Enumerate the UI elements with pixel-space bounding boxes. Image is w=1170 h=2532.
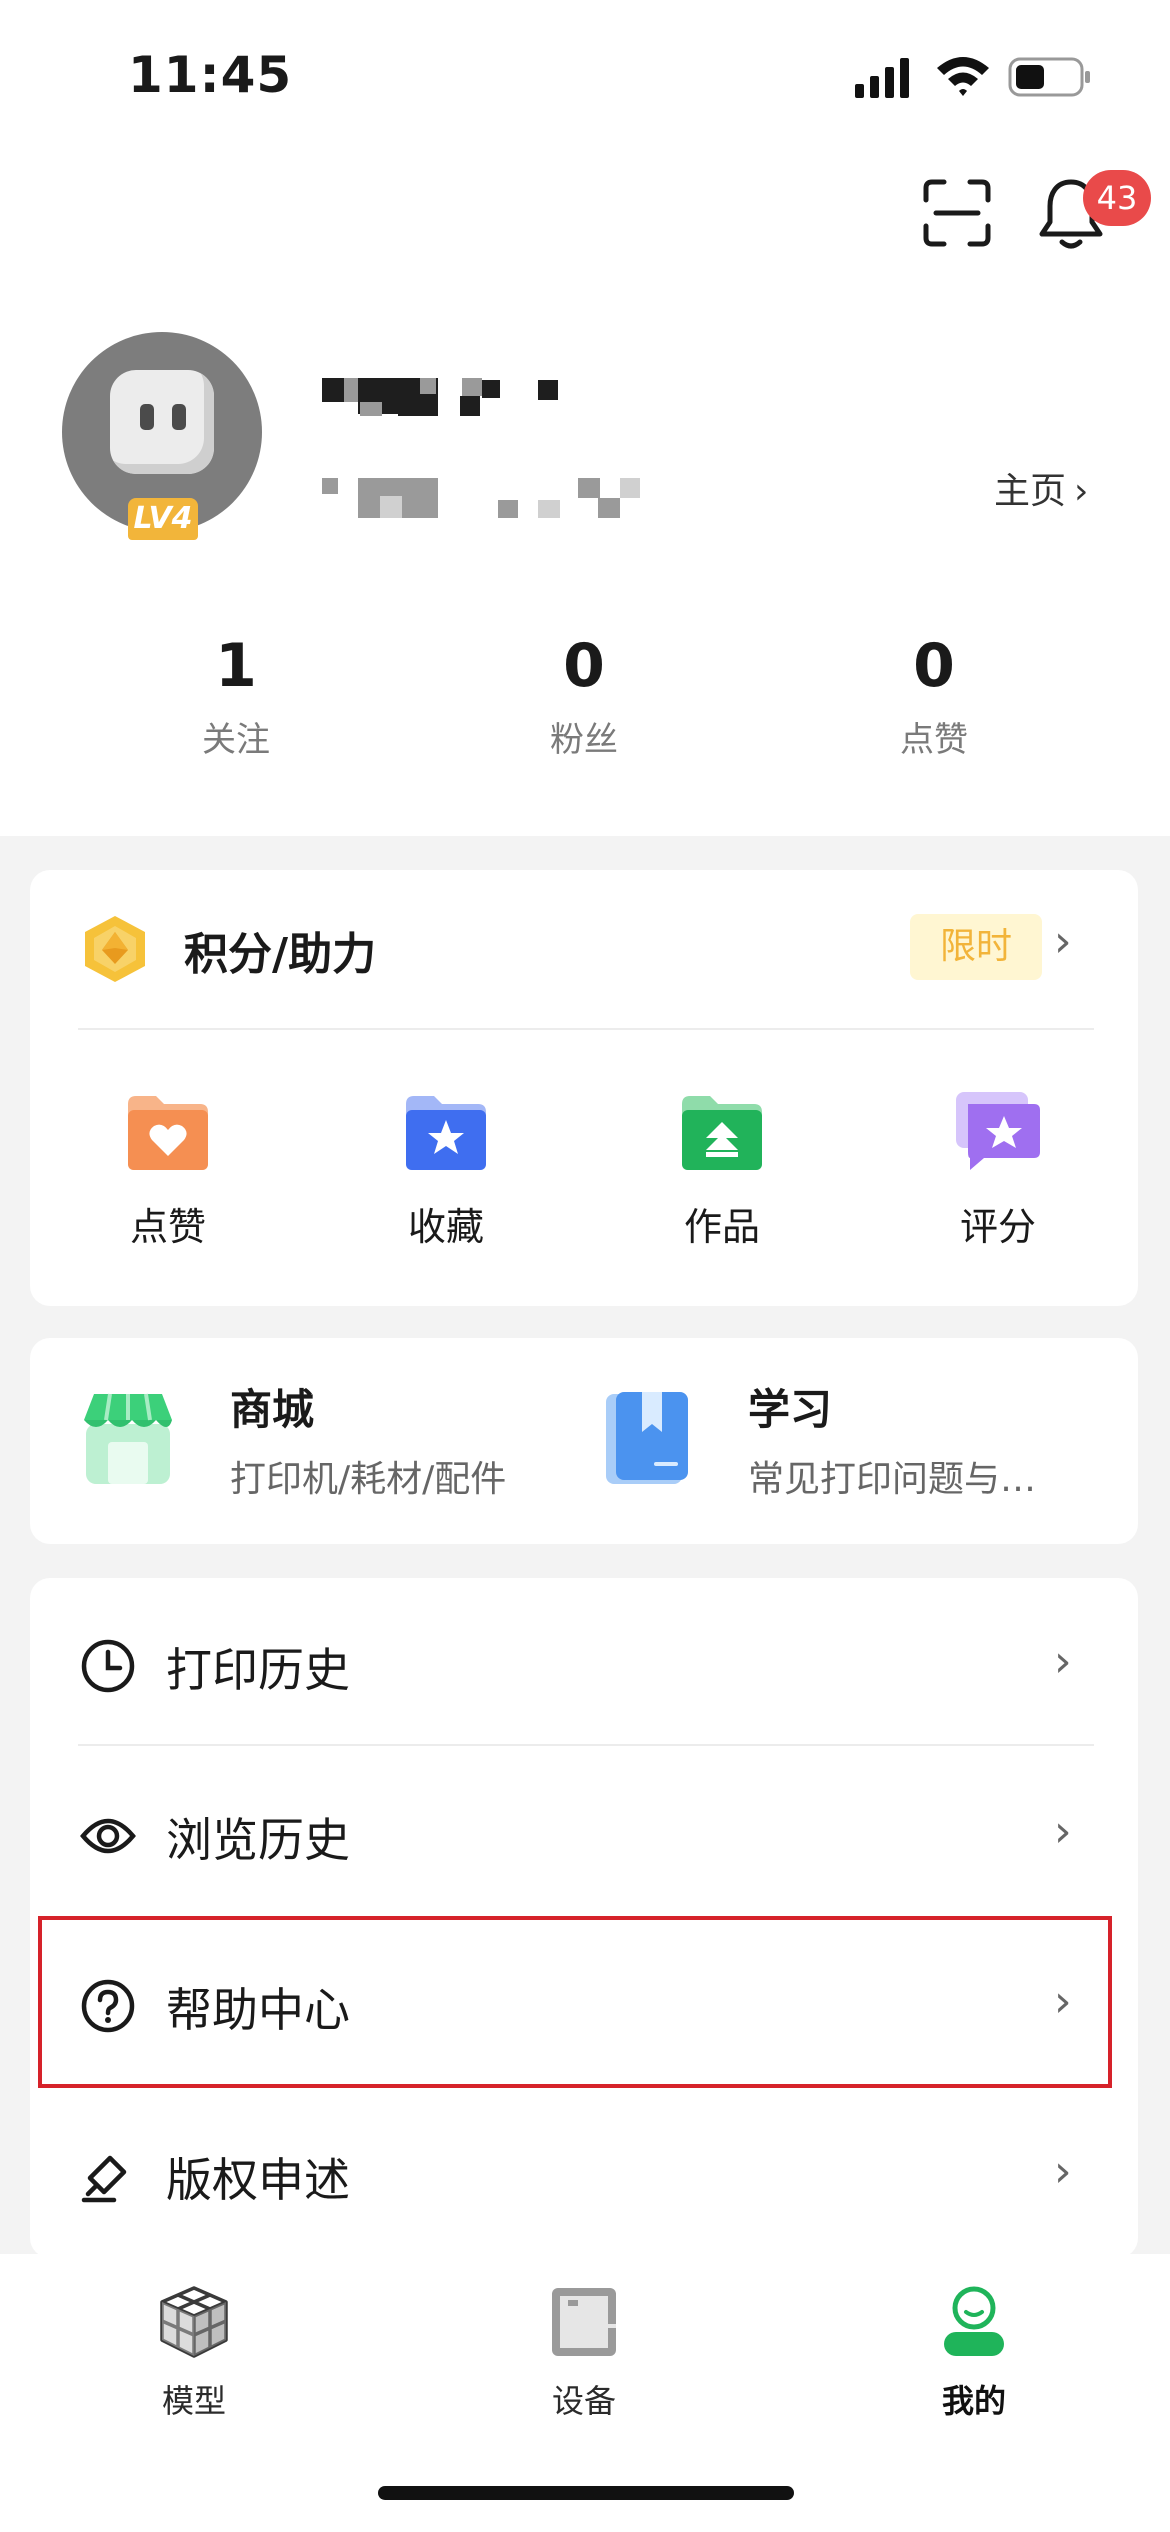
upload-folder-icon	[682, 1096, 762, 1170]
menu-item-label: 版权申述	[166, 2153, 350, 2207]
menu-item-copyright-claim[interactable]: 版权申述 ›	[30, 2088, 1138, 2258]
stat-likes[interactable]: 0 点赞	[834, 626, 1034, 761]
printer-device-icon	[552, 2288, 616, 2356]
stat-label: 点赞	[900, 720, 968, 760]
eye-icon	[80, 1818, 136, 1854]
star-folder-icon	[406, 1096, 486, 1170]
points-card: 积分/助力 限时 › 点赞 收藏 作品 评分	[30, 870, 1138, 1306]
store-icon	[84, 1393, 172, 1484]
shortcut-title: 商城	[230, 1385, 315, 1434]
chevron-right-icon: ›	[1054, 1806, 1072, 1857]
tab-label: 我的	[941, 2382, 1006, 2420]
cellular-signal-icon	[855, 58, 909, 98]
menu-item-label: 浏览历史	[166, 1813, 350, 1867]
chevron-right-icon[interactable]: ›	[1054, 920, 1072, 964]
tab-label: 设备	[551, 2382, 616, 2420]
quick-action-rating[interactable]: 评分	[898, 1090, 1098, 1251]
shortcut-learn[interactable]: 学习 常见打印问题与…	[548, 1338, 1138, 1544]
wifi-icon	[937, 57, 989, 96]
stat-value: 1	[215, 631, 257, 701]
tab-devices[interactable]: 设备	[494, 2284, 674, 2422]
battery-icon	[1008, 57, 1090, 97]
quick-action-favorites[interactable]: 收藏	[346, 1090, 546, 1251]
heart-folder-icon	[128, 1096, 208, 1170]
menu-item-browse-history[interactable]: 浏览历史 ›	[30, 1748, 1138, 1918]
notification-badge: 43	[1083, 170, 1151, 226]
status-time: 11:45	[128, 46, 293, 104]
quick-action-likes[interactable]: 点赞	[68, 1090, 268, 1251]
stat-value: 0	[563, 631, 605, 701]
shortcut-title: 学习	[748, 1385, 833, 1434]
homepage-link[interactable]: 主页 ›	[994, 462, 1088, 514]
quick-action-label: 作品	[683, 1205, 760, 1249]
book-icon	[606, 1392, 688, 1484]
stat-following[interactable]: 1 关注	[136, 626, 336, 761]
homepage-link-label: 主页	[994, 471, 1067, 512]
menu-item-print-history[interactable]: 打印历史 ›	[30, 1578, 1138, 1748]
shortcut-subtitle: 打印机/耗材/配件	[230, 1459, 507, 1500]
tab-me[interactable]: 我的	[884, 2284, 1064, 2422]
tab-models[interactable]: 模型	[104, 2284, 284, 2422]
shortcut-card: 商城 打印机/耗材/配件 学习 常见打印问题与…	[30, 1338, 1138, 1544]
cubes-icon	[160, 2286, 228, 2358]
shortcut-store[interactable]: 商城 打印机/耗材/配件	[30, 1338, 584, 1544]
user-profile-icon	[944, 2286, 1004, 2356]
chevron-right-icon: ›	[1074, 471, 1089, 512]
quick-action-works[interactable]: 作品	[622, 1090, 822, 1251]
shortcut-subtitle: 常见打印问题与…	[748, 1459, 1037, 1500]
level-badge: LV4	[128, 498, 198, 540]
quick-action-label: 评分	[959, 1205, 1036, 1249]
stat-followers[interactable]: 0 粉丝	[484, 626, 684, 761]
chevron-right-icon: ›	[1054, 2146, 1072, 2197]
quick-action-label: 收藏	[407, 1205, 484, 1249]
points-hexagon-icon	[85, 916, 145, 982]
profile-header: 11:45 43 LV4 主页 › 1 关注 0 粉丝 0 点赞	[0, 0, 1170, 836]
scan-icon[interactable]	[922, 178, 992, 248]
menu-item-label: 打印历史	[166, 1643, 350, 1697]
points-title[interactable]: 积分/助力	[184, 918, 376, 982]
divider	[78, 1744, 1094, 1746]
limited-tag: 限时	[910, 914, 1042, 980]
rating-bubble-icon	[956, 1092, 1040, 1170]
clock-icon	[81, 1639, 135, 1693]
help-center-highlight	[38, 1916, 1112, 2088]
stat-label: 粉丝	[550, 720, 618, 760]
gavel-icon	[81, 2155, 127, 2203]
chevron-right-icon: ›	[1054, 1636, 1072, 1687]
tab-label: 模型	[161, 2382, 226, 2420]
stat-label: 关注	[202, 720, 270, 760]
divider	[78, 1028, 1094, 1030]
quick-action-label: 点赞	[129, 1205, 206, 1249]
home-indicator[interactable]	[378, 2486, 794, 2500]
stat-value: 0	[913, 631, 955, 701]
